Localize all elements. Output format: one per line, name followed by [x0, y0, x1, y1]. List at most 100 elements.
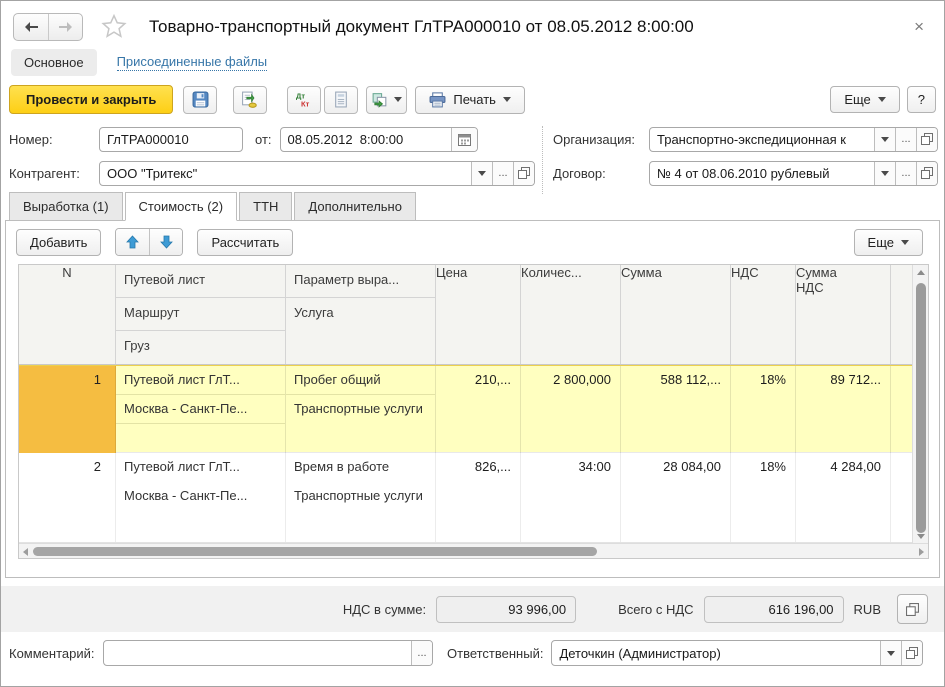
vertical-scrollbar[interactable] [912, 265, 928, 543]
nav-item-attachments[interactable]: Присоединенные файлы [117, 54, 268, 71]
calculate-button[interactable]: Рассчитать [197, 229, 293, 256]
comment-choose-button[interactable]: ... [411, 641, 432, 665]
col-header-sum[interactable]: Сумма [621, 265, 731, 364]
table-header: N Путевой лист Маршрут Груз Параметр выр… [19, 265, 912, 365]
organization-open-button[interactable] [916, 128, 937, 151]
organization-dropdown-button[interactable] [874, 128, 895, 151]
document-register-button[interactable] [324, 86, 358, 114]
print-button-label: Печать [453, 92, 496, 107]
totals-strip: НДС в сумме: 93 996,00 Всего с НДС 616 1… [1, 586, 944, 632]
counterparty-input[interactable] [100, 162, 471, 185]
responsible-open-button[interactable] [901, 641, 922, 665]
param-cell[interactable]: Пробег общий Транспортные услуги [286, 366, 436, 453]
counterparty-dropdown-button[interactable] [471, 162, 492, 185]
move-row-up-button[interactable] [116, 229, 149, 255]
waybill-value: Путевой лист ГлТ... [116, 453, 285, 482]
contract-open-button[interactable] [916, 162, 937, 185]
chevron-down-icon [878, 97, 886, 102]
col-header-n[interactable]: N [19, 265, 116, 364]
toolbar-more-button[interactable]: Еще [830, 86, 899, 113]
currency-open-button[interactable] [897, 594, 928, 624]
nav-item-main[interactable]: Основное [11, 49, 97, 76]
scroll-down-icon[interactable] [917, 534, 925, 539]
counterparty-choose-button[interactable]: ... [492, 162, 513, 185]
waybill-cell[interactable]: Путевой лист ГлТ... Москва - Санкт-Пе... [116, 366, 286, 453]
tab-additional[interactable]: Дополнительно [294, 192, 416, 221]
col-header-price[interactable]: Цена [436, 265, 521, 364]
vat-cell[interactable]: 18% [731, 453, 796, 542]
qty-cell[interactable]: 34:00 [521, 453, 621, 542]
print-button[interactable]: Печать [415, 86, 525, 114]
waybill-cell[interactable]: Путевой лист ГлТ... Москва - Санкт-Пе... [116, 453, 286, 542]
table-more-button[interactable]: Еще [854, 229, 923, 256]
chevron-down-icon [478, 171, 486, 176]
number-label: Номер: [9, 132, 99, 147]
responsible-input[interactable] [552, 641, 880, 665]
post-and-close-button[interactable]: Провести и закрыть [9, 85, 173, 114]
page-tabs: Выработка (1) Стоимость (2) ТТН Дополнит… [9, 192, 944, 221]
table-row[interactable]: 2 Путевой лист ГлТ... Москва - Санкт-Пе.… [19, 453, 912, 543]
responsible-dropdown-button[interactable] [880, 641, 901, 665]
scroll-left-icon[interactable] [23, 548, 28, 556]
save-button[interactable] [183, 86, 217, 114]
scroll-right-icon[interactable] [919, 548, 924, 556]
price-cell[interactable]: 210,... [436, 366, 521, 453]
tab-cost[interactable]: Стоимость (2) [125, 192, 238, 221]
arrow-up-icon [126, 235, 139, 249]
create-linked-button[interactable] [366, 86, 407, 114]
contract-choose-button[interactable]: ... [895, 162, 916, 185]
printer-icon [429, 92, 446, 108]
calendar-button[interactable] [451, 128, 477, 151]
chevron-down-icon [881, 137, 889, 142]
dr-cr-button[interactable]: Дт Кт [287, 86, 321, 114]
help-button[interactable]: ? [907, 86, 936, 113]
sum-cell[interactable]: 28 084,00 [621, 453, 731, 542]
forward-button[interactable] [48, 14, 82, 40]
tab-production[interactable]: Выработка (1) [9, 192, 123, 221]
qty-cell[interactable]: 2 800,000 [521, 366, 621, 453]
favorite-star-button[interactable] [101, 14, 127, 39]
responsible-label: Ответственный: [447, 646, 543, 661]
organization-label: Организация: [553, 132, 649, 147]
price-cell[interactable]: 826,... [436, 453, 521, 542]
arrow-down-icon [160, 235, 173, 249]
contract-input[interactable] [650, 162, 874, 185]
scroll-up-icon[interactable] [917, 270, 925, 275]
back-button[interactable] [14, 14, 48, 40]
calendar-icon [458, 133, 471, 146]
contract-dropdown-button[interactable] [874, 162, 895, 185]
history-nav [13, 13, 83, 41]
organization-choose-button[interactable]: ... [895, 128, 916, 151]
chevron-down-icon [503, 97, 511, 102]
sum-cell[interactable]: 588 112,... [621, 366, 731, 453]
table-row[interactable]: 1 Путевой лист ГлТ... Москва - Санкт-Пе.… [19, 365, 912, 453]
counterparty-open-button[interactable] [513, 162, 534, 185]
col-header-vat[interactable]: НДС [731, 265, 796, 364]
post-document-button[interactable] [233, 86, 267, 114]
horizontal-scrollbar[interactable] [19, 543, 928, 558]
vat-cell[interactable]: 18% [731, 366, 796, 453]
number-input[interactable] [100, 128, 242, 151]
comment-input[interactable] [104, 641, 411, 665]
organization-input[interactable] [650, 128, 874, 151]
col-header-cargo: Груз [116, 331, 285, 364]
save-icon [192, 91, 209, 108]
vertical-scroll-thumb[interactable] [916, 283, 926, 533]
vat-sum-cell[interactable]: 89 712... [796, 366, 891, 453]
vat-sum-cell[interactable]: 4 284,00 [796, 453, 891, 542]
col-header-param-group[interactable]: Параметр выра... Услуга [286, 265, 436, 364]
add-row-button[interactable]: Добавить [16, 229, 101, 256]
date-input[interactable] [281, 128, 451, 151]
close-button[interactable]: × [908, 16, 930, 37]
col-header-vat-sum[interactable]: Сумма НДС [796, 265, 891, 364]
col-header-qty[interactable]: Количес... [521, 265, 621, 364]
date-label: от: [255, 132, 272, 147]
param-cell[interactable]: Время в работе Транспортные услуги [286, 453, 436, 542]
chevron-down-icon [394, 97, 402, 102]
tab-ttn[interactable]: ТТН [239, 192, 292, 221]
col-header-waybill-group[interactable]: Путевой лист Маршрут Груз [116, 265, 286, 364]
move-row-down-button[interactable] [149, 229, 182, 255]
vat-total-label: НДС в сумме: [343, 602, 426, 617]
help-button-label: ? [918, 92, 925, 107]
horizontal-scroll-thumb[interactable] [33, 547, 597, 556]
